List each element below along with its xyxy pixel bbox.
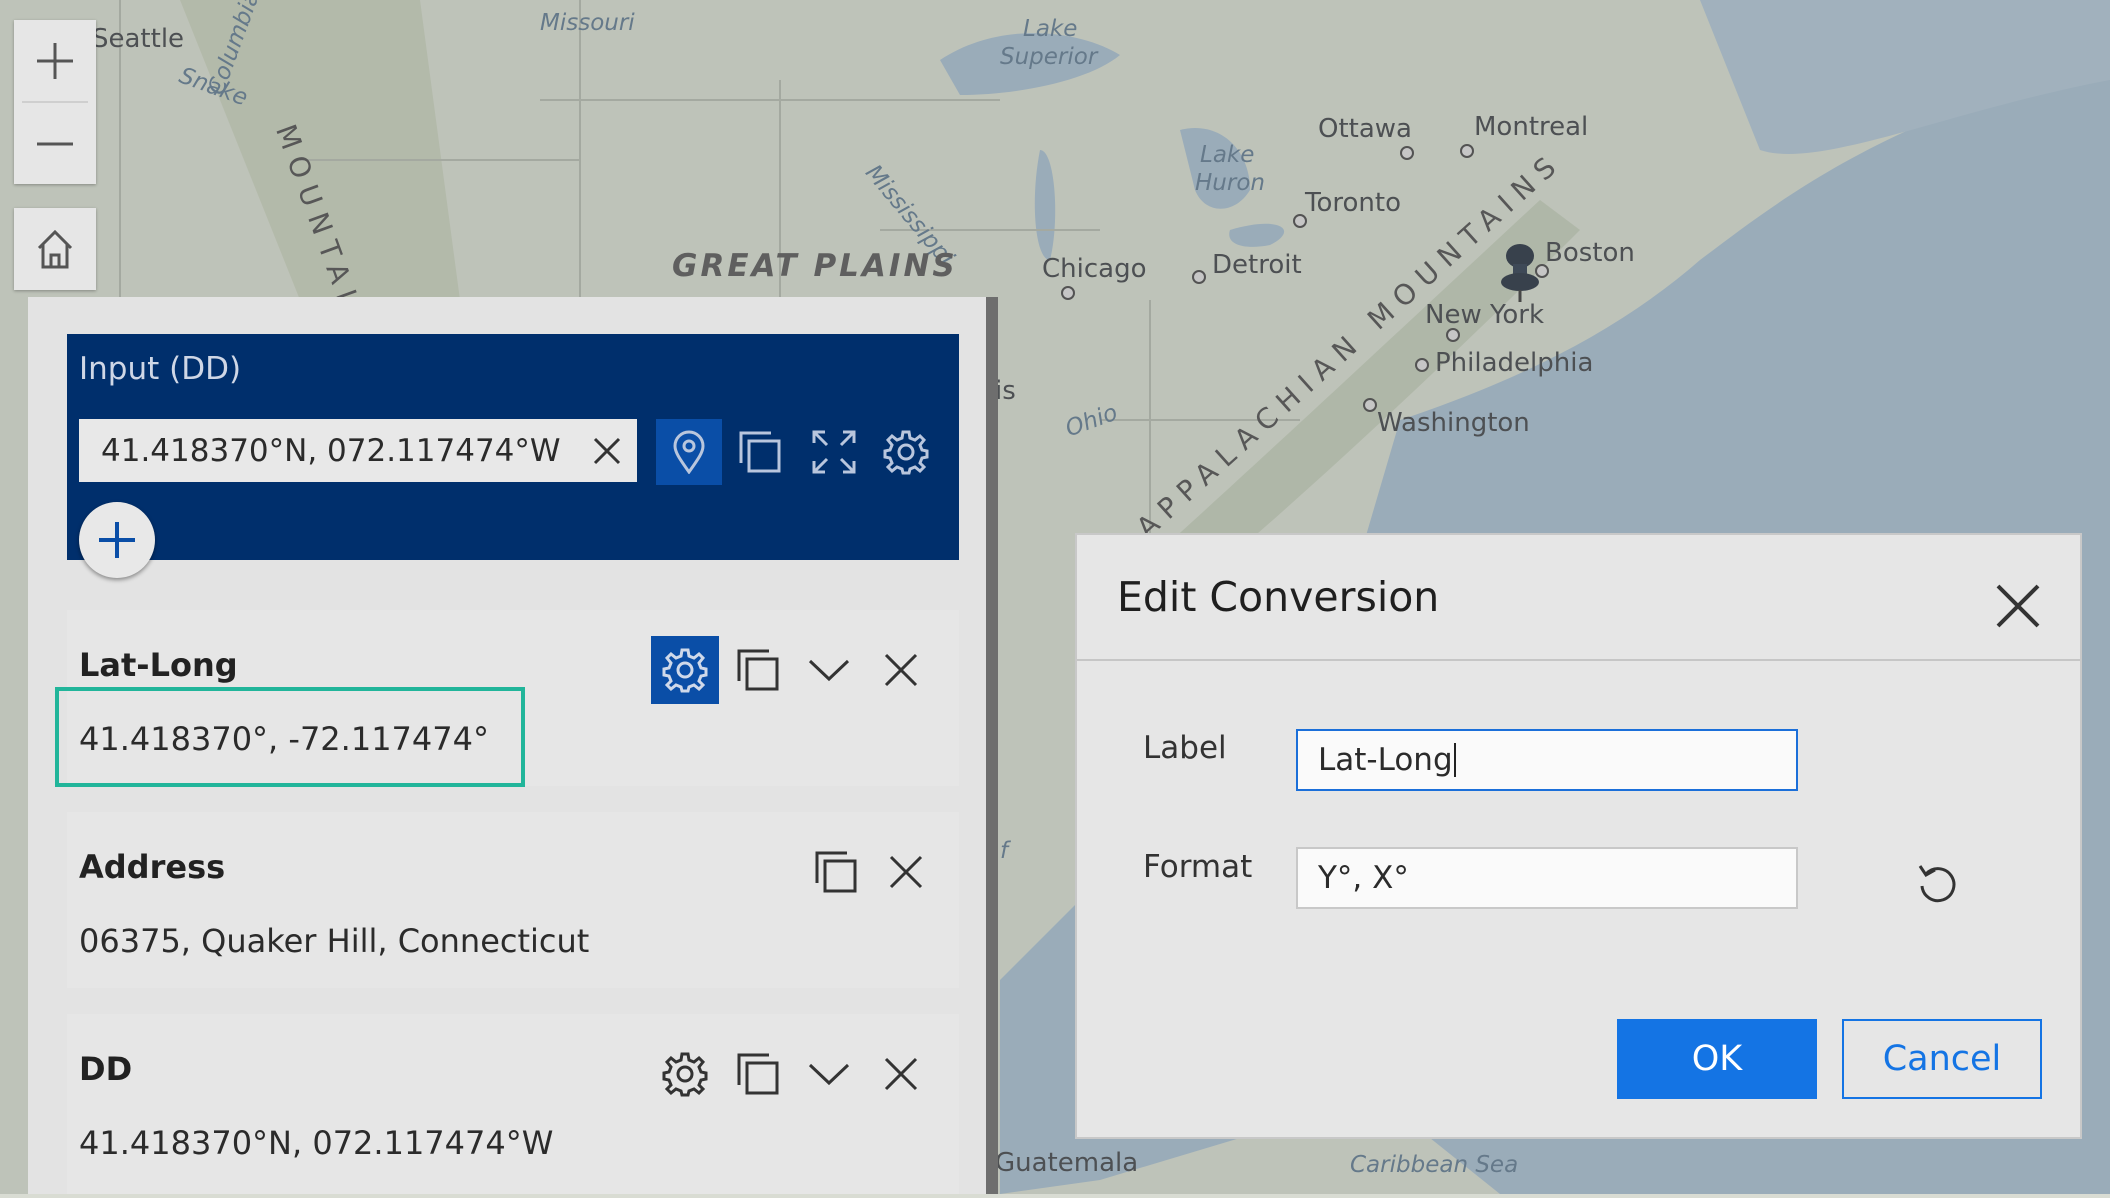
expand-conversion-button[interactable] xyxy=(795,636,863,704)
panel-scrollbar[interactable] xyxy=(986,297,998,1194)
reset-format-button[interactable] xyxy=(1907,853,1969,915)
zoom-out-button[interactable] xyxy=(14,103,96,184)
close-icon xyxy=(884,1057,918,1091)
home-button[interactable] xyxy=(14,208,96,290)
map-pin-icon xyxy=(673,430,705,474)
highlighted-value-outline xyxy=(55,687,525,787)
plus-icon xyxy=(99,522,135,558)
gear-icon xyxy=(662,648,708,693)
conversion-title: DD xyxy=(79,1050,133,1088)
coordinate-input-value[interactable]: 41.418370°N, 072.117474°W xyxy=(101,433,577,469)
remove-conversion-button[interactable] xyxy=(867,1040,935,1108)
expand-conversion-button[interactable] xyxy=(795,1040,863,1108)
format-field-caption: Format xyxy=(1143,849,1253,885)
conversion-value: 06375, Quaker Hill, Connecticut xyxy=(79,922,590,960)
copy-conversion-button[interactable] xyxy=(724,1040,792,1108)
zoom-in-button[interactable] xyxy=(14,20,96,101)
dialog-divider xyxy=(1077,659,2080,661)
close-icon xyxy=(889,855,923,889)
text-caret xyxy=(1453,743,1456,777)
copy-conversion-button[interactable] xyxy=(724,636,792,704)
zoom-controls xyxy=(14,20,96,184)
ok-button[interactable]: OK xyxy=(1617,1019,1817,1099)
close-icon xyxy=(884,653,918,687)
add-conversion-button[interactable] xyxy=(79,502,155,578)
remove-conversion-button[interactable] xyxy=(867,636,935,704)
conversion-card-dd: DD 41.418370°N, 072.117474°W xyxy=(67,1014,959,1194)
gear-icon xyxy=(662,1052,708,1097)
conversion-value: 41.418370°N, 072.117474°W xyxy=(79,1124,554,1162)
remove-conversion-button[interactable] xyxy=(872,838,940,906)
copy-icon xyxy=(737,649,779,691)
close-icon xyxy=(593,437,621,464)
label-input-value: Lat-Long xyxy=(1318,742,1453,778)
expand-icon xyxy=(812,430,856,474)
copy-input-button[interactable] xyxy=(727,419,793,485)
input-title: Input (DD) xyxy=(79,351,242,387)
input-settings-button[interactable] xyxy=(873,419,939,485)
undo-icon xyxy=(1918,865,1956,903)
close-icon xyxy=(1996,584,2040,628)
copy-icon xyxy=(739,431,781,473)
dialog-title: Edit Conversion xyxy=(1117,573,1440,621)
home-icon xyxy=(37,229,73,269)
copy-conversion-button[interactable] xyxy=(802,838,870,906)
dialog-close-button[interactable] xyxy=(1987,575,2049,637)
coordinate-input[interactable]: 41.418370°N, 072.117474°W xyxy=(79,419,637,482)
copy-icon xyxy=(737,1053,779,1095)
label-input[interactable]: Lat-Long xyxy=(1296,729,1798,791)
conversion-settings-button[interactable] xyxy=(651,1040,719,1108)
conversion-card-address: Address 06375, Quaker Hill, Connecticut xyxy=(67,812,959,988)
cancel-button[interactable]: Cancel xyxy=(1842,1019,2042,1099)
chevron-down-icon xyxy=(808,659,850,682)
label-field-caption: Label xyxy=(1143,730,1227,766)
chevron-down-icon xyxy=(808,1063,850,1086)
conversion-title: Lat-Long xyxy=(79,646,238,684)
edit-conversion-dialog: Edit Conversion Label Lat-Long Format Y°… xyxy=(1075,533,2082,1139)
copy-icon xyxy=(815,851,857,893)
plus-icon xyxy=(37,42,73,79)
input-card: Input (DD) 41.418370°N, 072.117474°W xyxy=(67,334,959,578)
conversion-settings-button[interactable] xyxy=(651,636,719,704)
clear-input-button[interactable] xyxy=(577,421,637,481)
gear-icon xyxy=(883,430,929,475)
minus-icon xyxy=(37,142,73,145)
expand-button[interactable] xyxy=(801,419,867,485)
conversion-title: Address xyxy=(79,848,226,886)
format-input[interactable]: Y°, X° xyxy=(1296,847,1798,909)
format-input-value: Y°, X° xyxy=(1318,860,1409,896)
capture-location-button[interactable] xyxy=(656,419,722,485)
